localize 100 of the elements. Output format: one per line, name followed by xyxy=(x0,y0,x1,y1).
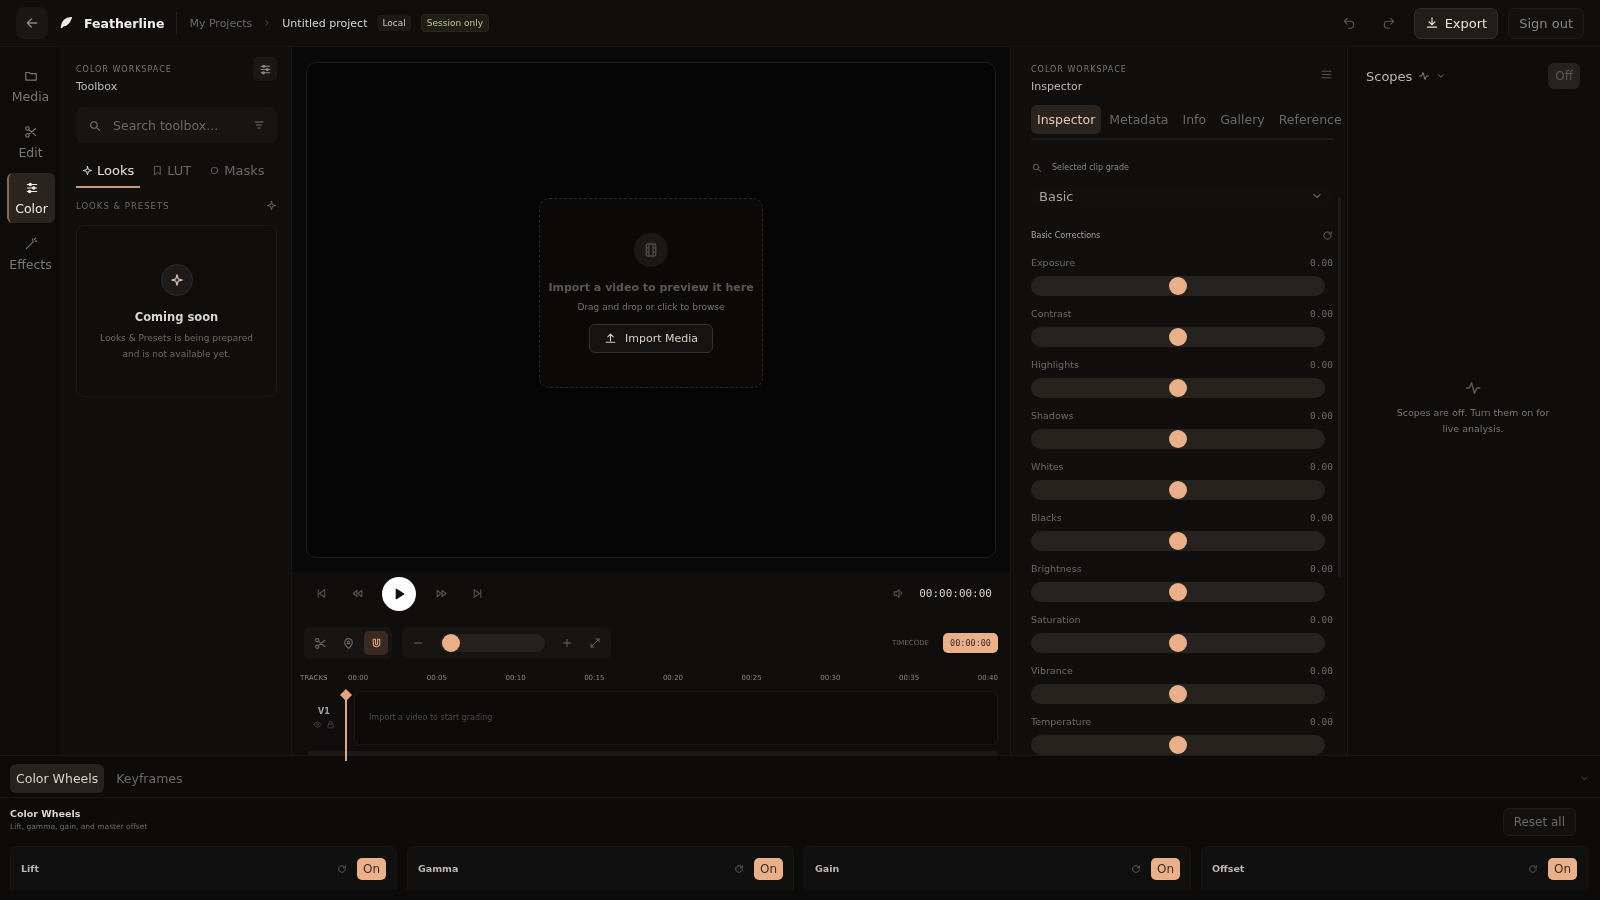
inspector-tab[interactable]: Reference xyxy=(1272,105,1347,134)
app-name: Featherline xyxy=(84,15,165,31)
film-icon xyxy=(643,242,659,258)
settings-button[interactable] xyxy=(253,57,277,81)
playhead[interactable] xyxy=(340,689,352,761)
empty-message: Looks & Presets is being prepared and is not available yet. xyxy=(99,332,254,361)
slider-thumb[interactable] xyxy=(1169,685,1187,703)
toggle-button[interactable]: On xyxy=(1150,857,1180,880)
inspector-tab[interactable]: Info xyxy=(1176,105,1213,134)
panel-tab[interactable]: Masks xyxy=(203,157,271,188)
slider-track[interactable] xyxy=(1031,327,1325,347)
slider-thumb[interactable] xyxy=(1169,481,1187,499)
search-icon xyxy=(1031,161,1042,173)
slider-value: 0.00 xyxy=(1310,716,1333,727)
drop-zone[interactable]: Import a video to preview it here Drag and drop or click to browse Import Media xyxy=(539,198,763,388)
redo-icon xyxy=(1381,16,1396,30)
refresh-icon xyxy=(1322,230,1333,241)
pulse-icon xyxy=(1418,70,1431,82)
bottom-tab[interactable]: Keyframes xyxy=(110,764,189,793)
panel-title: Inspector xyxy=(1031,80,1084,93)
back-arrow-icon xyxy=(24,15,40,31)
sparkle-icon xyxy=(169,273,184,287)
export-button[interactable]: Export xyxy=(1413,7,1499,39)
inspector-tab[interactable]: Metadata xyxy=(1103,105,1175,134)
slider-thumb[interactable] xyxy=(1169,583,1187,601)
breadcrumb-link[interactable]: My Projects xyxy=(189,16,253,30)
bookmark-icon xyxy=(152,165,164,176)
sign-out-button[interactable]: Sign out xyxy=(1508,7,1584,39)
slider-thumb[interactable] xyxy=(1169,277,1187,295)
slider-thumb[interactable] xyxy=(1169,328,1187,346)
sparkle-icon xyxy=(82,165,93,176)
feather-icon xyxy=(58,15,74,31)
slider-track[interactable] xyxy=(1031,735,1325,755)
slider-value: 0.00 xyxy=(1310,410,1333,421)
panel-title: Scopes xyxy=(1366,68,1413,84)
slider-value: 0.00 xyxy=(1310,512,1333,523)
slider-thumb[interactable] xyxy=(1169,430,1187,448)
zoom-slider-thumb[interactable] xyxy=(441,634,460,653)
wheel-name: Gain xyxy=(815,863,841,874)
empty-title: Import a video to preview it here xyxy=(548,281,754,294)
panel-tab[interactable]: LUT xyxy=(146,157,198,188)
back-button[interactable] xyxy=(16,7,48,39)
empty-message: Scopes are off. Turn them on for live analysis. xyxy=(1395,406,1551,436)
slider-track[interactable] xyxy=(1031,684,1325,704)
slider-thumb[interactable] xyxy=(1169,736,1187,754)
panel-eyebrow: COLOR WORKSPACE xyxy=(76,65,172,74)
scissors-icon xyxy=(23,124,38,139)
track-name: V1 xyxy=(318,707,330,716)
slider-thumb[interactable] xyxy=(1169,379,1187,397)
slider-label: Exposure xyxy=(1031,257,1075,268)
slider-track[interactable] xyxy=(1031,480,1325,500)
upload-icon xyxy=(603,332,617,345)
slider-thumb[interactable] xyxy=(1169,532,1187,550)
play-button[interactable] xyxy=(382,576,416,611)
refresh-icon xyxy=(336,864,347,874)
slider-thumb[interactable] xyxy=(1169,634,1187,652)
search-box[interactable]: Search toolbox... xyxy=(76,107,277,143)
refresh-icon xyxy=(733,864,744,874)
wheel-name: Offset xyxy=(1212,863,1246,874)
slider-track[interactable] xyxy=(1031,531,1325,551)
search-field[interactable]: Search toolbox... xyxy=(111,116,243,134)
slider-track[interactable] xyxy=(1031,429,1325,449)
inspector-tab[interactable]: Inspector xyxy=(1031,105,1102,134)
slider-label: Brightness xyxy=(1031,563,1082,574)
slider-track[interactable] xyxy=(1031,582,1325,602)
tool-button[interactable] xyxy=(364,631,388,656)
search-field[interactable]: Selected clip grade xyxy=(1050,161,1333,173)
plus-icon xyxy=(561,637,573,650)
nav-item[interactable]: Color xyxy=(6,173,55,223)
empty-hint: Drag and drop or click to browse xyxy=(577,302,725,312)
slider-value: 0.00 xyxy=(1310,257,1333,268)
sliders-icon xyxy=(258,62,272,76)
empty-title: Coming soon xyxy=(134,310,219,324)
nav-item[interactable]: Edit xyxy=(6,117,55,167)
slider-track[interactable] xyxy=(1031,378,1325,398)
toggle-button[interactable]: On xyxy=(356,857,386,880)
zoom-slider[interactable] xyxy=(440,634,545,653)
nav-item[interactable]: Effects xyxy=(6,229,55,279)
download-icon xyxy=(1424,16,1439,30)
panel-tab[interactable]: Looks xyxy=(76,157,141,188)
eye-icon xyxy=(313,720,322,729)
refresh-icon xyxy=(1130,864,1141,874)
status-badge: Session only xyxy=(420,14,490,32)
slider-value: 0.00 xyxy=(1310,359,1333,370)
slider-track[interactable] xyxy=(1031,276,1325,296)
slider-track[interactable] xyxy=(1031,633,1325,653)
map-pin-icon xyxy=(341,636,355,650)
reset-all-button[interactable]: Reset all xyxy=(1502,808,1576,836)
wheel-name: Gamma xyxy=(418,863,460,874)
nav-item[interactable]: Media xyxy=(6,61,55,111)
inspector-tab[interactable]: Gallery xyxy=(1214,105,1271,134)
bottom-tab[interactable]: Color Wheels xyxy=(10,764,105,793)
panel-eyebrow: COLOR WORKSPACE xyxy=(1031,65,1127,74)
slider-value: 0.00 xyxy=(1310,308,1333,319)
toggle-button[interactable]: On xyxy=(753,857,783,880)
import-media-button[interactable]: Import Media xyxy=(588,324,713,353)
toggle-button[interactable]: On xyxy=(1547,857,1577,880)
slider-label: Contrast xyxy=(1031,308,1072,319)
slider-label: Vibrance xyxy=(1031,665,1073,676)
slider-label: Highlights xyxy=(1031,359,1079,370)
